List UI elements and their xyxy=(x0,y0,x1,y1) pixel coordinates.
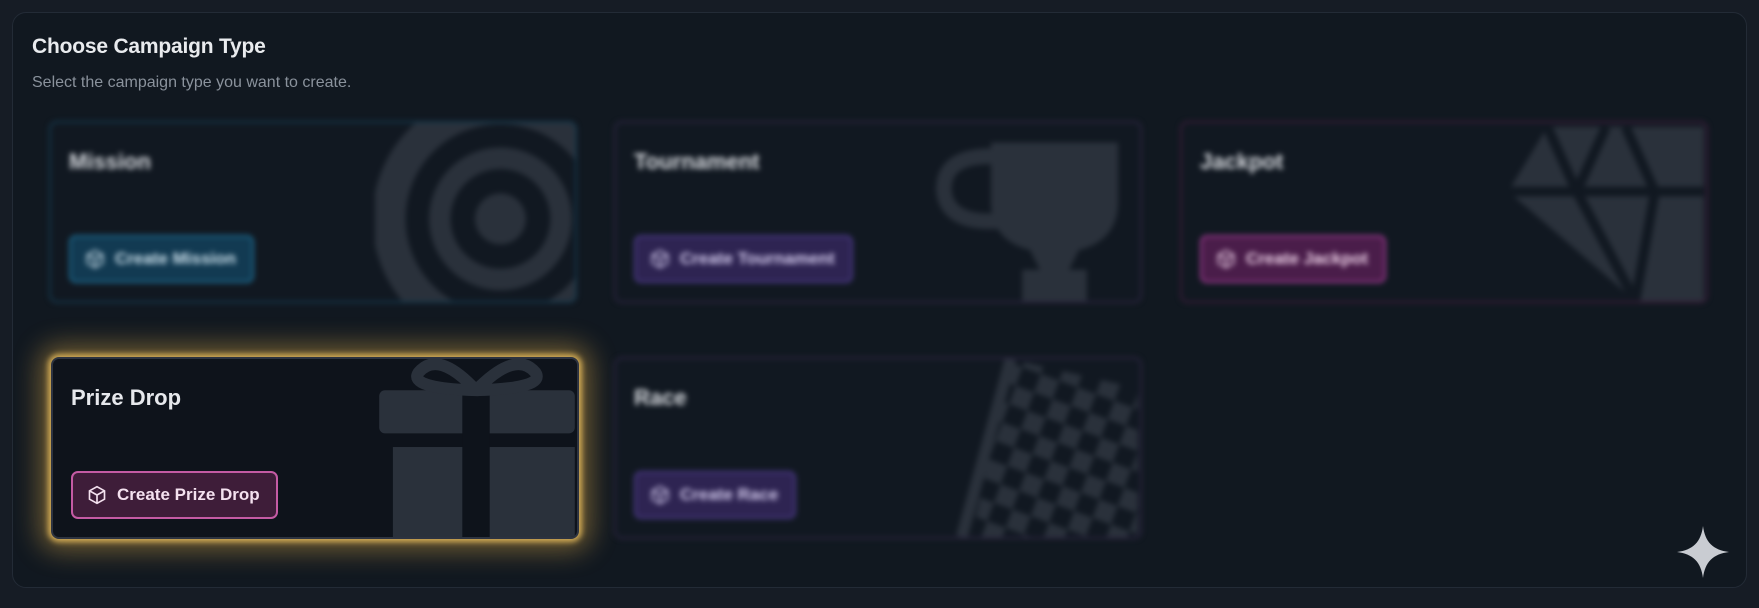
create-tournament-button[interactable]: Create Tournament xyxy=(634,235,853,283)
create-prize-drop-button[interactable]: Create Prize Drop xyxy=(71,471,278,519)
cube-icon xyxy=(86,249,104,269)
create-race-button[interactable]: Create Race xyxy=(634,471,797,519)
card-title: Race xyxy=(634,385,687,410)
card-jackpot[interactable]: Jackpot Create Jackpot xyxy=(1180,121,1708,303)
button-label: Create Jackpot xyxy=(1246,249,1368,268)
create-jackpot-button[interactable]: Create Jackpot xyxy=(1200,235,1386,283)
page-subtitle: Select the campaign type you want to cre… xyxy=(32,74,352,91)
card-title: Tournament xyxy=(634,149,760,174)
cube-icon xyxy=(88,485,106,505)
cube-icon xyxy=(651,485,669,505)
card-tournament[interactable]: Tournament Create Tournament xyxy=(614,121,1142,303)
button-label: Create Race xyxy=(680,485,779,504)
cube-icon xyxy=(1217,249,1235,269)
card-mission[interactable]: Mission Create Mission xyxy=(49,121,577,303)
create-mission-button[interactable]: Create Mission xyxy=(69,235,254,283)
cube-icon xyxy=(651,249,669,269)
button-label: Create Tournament xyxy=(680,249,835,268)
diamond-icon xyxy=(1508,124,1704,301)
trophy-icon xyxy=(936,142,1119,301)
sparkle-icon xyxy=(1677,526,1729,578)
checkered-flag-icon xyxy=(956,359,1138,537)
campaign-type-panel: Choose Campaign Type Select the campaign… xyxy=(12,12,1747,588)
button-label: Create Prize Drop xyxy=(117,485,260,504)
card-prize-drop[interactable]: Prize Drop Create Prize Drop xyxy=(51,357,579,539)
page-title: Choose Campaign Type xyxy=(32,35,266,58)
card-title: Prize Drop xyxy=(71,385,182,410)
gift-icon xyxy=(379,359,575,537)
card-race[interactable]: Race Create Race xyxy=(614,357,1142,539)
card-title: Mission xyxy=(69,149,151,174)
target-icon xyxy=(375,123,575,301)
card-title: Jackpot xyxy=(1200,149,1284,174)
button-label: Create Mission xyxy=(115,249,236,268)
